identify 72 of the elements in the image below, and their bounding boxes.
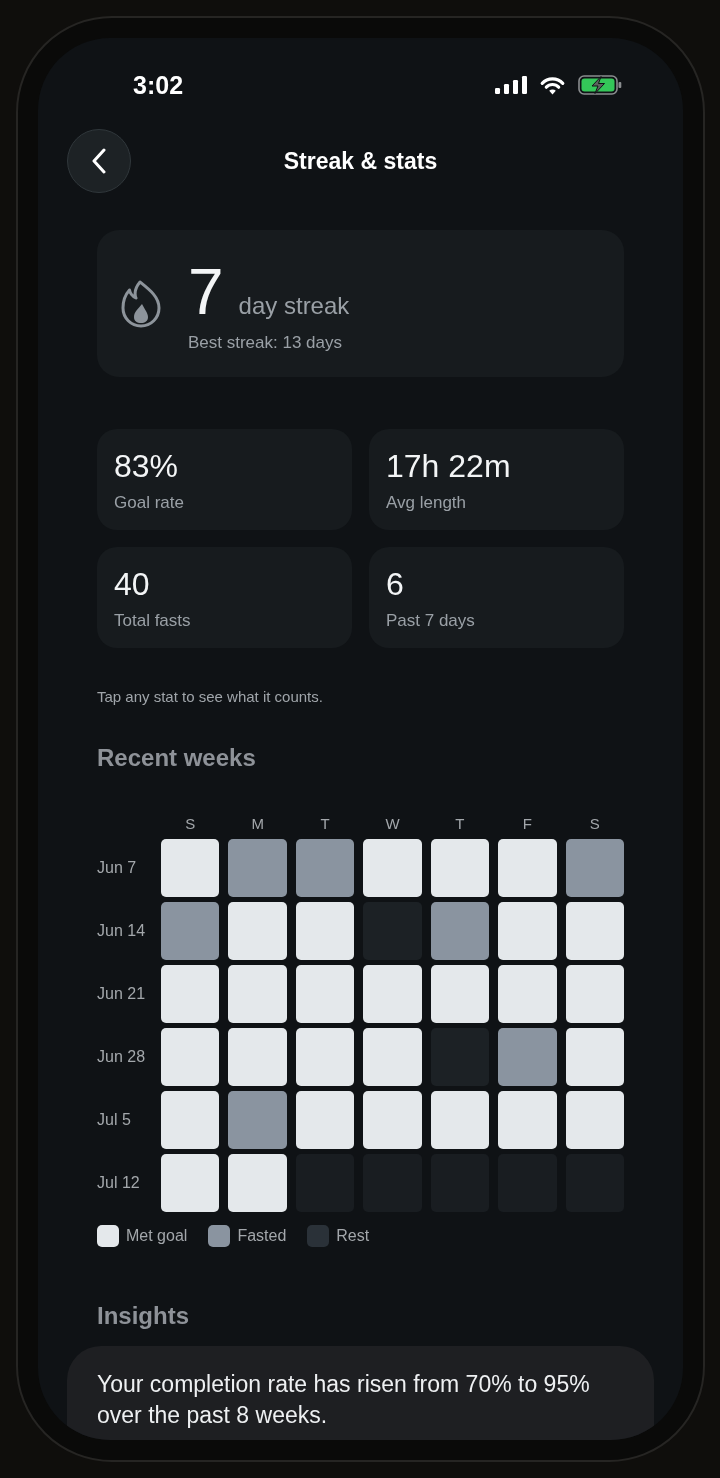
day-cell xyxy=(228,1154,287,1212)
day-cell xyxy=(363,965,422,1023)
day-cell xyxy=(498,902,557,960)
legend-swatch-icon xyxy=(97,1225,119,1247)
wifi-icon xyxy=(539,75,566,95)
weekday-label: M xyxy=(251,814,264,834)
week-label: Jul 5 xyxy=(97,1110,131,1130)
status-time: 3:02 xyxy=(133,71,184,99)
week-label: Jun 7 xyxy=(97,858,137,878)
day-cell xyxy=(228,839,287,897)
legend-swatch-icon xyxy=(307,1225,330,1247)
day-cell xyxy=(430,839,490,897)
week-label: Jul 12 xyxy=(97,1173,140,1193)
day-cell xyxy=(161,902,220,960)
day-cell xyxy=(430,965,490,1023)
section-heading: Insights xyxy=(97,1301,190,1331)
day-cell xyxy=(228,902,287,960)
legend-label: Rest xyxy=(336,1226,370,1246)
day-cell xyxy=(228,965,287,1023)
day-cell xyxy=(565,965,624,1023)
weekday-label: T xyxy=(455,814,465,834)
weekday-label: S xyxy=(185,814,196,834)
weekday-label: W xyxy=(385,814,400,834)
day-cell xyxy=(161,1091,220,1149)
day-cell xyxy=(228,1091,287,1149)
page-title: Streak & stats xyxy=(283,147,438,176)
day-cell xyxy=(295,1091,355,1149)
weekday-label: F xyxy=(522,814,532,834)
battery-charging-icon xyxy=(578,75,622,95)
insight-text: Your completion rate has risen from 70% to 95% over the past 8 weeks. xyxy=(97,1370,591,1430)
day-cell xyxy=(363,1028,422,1086)
flame-icon xyxy=(121,279,161,328)
day-cell xyxy=(498,965,557,1023)
best-streak-text: Best streak: 13 days xyxy=(188,331,344,354)
legend-swatch-icon xyxy=(208,1225,231,1247)
stat-card[interactable]: 83% Goal rate xyxy=(97,429,352,530)
day-cell xyxy=(295,1028,355,1086)
day-cell xyxy=(161,1028,220,1086)
day-cell xyxy=(161,839,220,897)
day-cell xyxy=(161,965,220,1023)
day-cell xyxy=(295,902,355,960)
day-cell xyxy=(565,839,624,897)
weekday-label: T xyxy=(320,814,330,834)
stat-card[interactable]: 40 Total fasts xyxy=(97,547,352,648)
day-cell xyxy=(363,1091,422,1149)
day-cell xyxy=(161,1154,220,1212)
day-cell xyxy=(363,839,422,897)
day-cell xyxy=(295,965,355,1023)
day-cell xyxy=(228,1028,287,1086)
week-label: Jun 21 xyxy=(97,984,146,1004)
stat-card[interactable]: 17h 22m Avg length xyxy=(369,429,624,530)
legend-label: Met goal xyxy=(126,1226,188,1246)
streak-unit: day streak xyxy=(238,291,350,320)
day-cell xyxy=(498,1028,557,1086)
week-label: Jun 28 xyxy=(97,1047,146,1067)
stat-card[interactable]: 6 Past 7 days xyxy=(369,547,624,648)
day-cell xyxy=(565,1091,624,1149)
day-cell xyxy=(565,902,624,960)
day-cell xyxy=(295,839,355,897)
day-cell xyxy=(498,839,557,897)
stats-hint-text: Tap any stat to see what it counts. xyxy=(97,687,324,707)
day-cell xyxy=(430,1091,490,1149)
signal-icon xyxy=(495,76,527,94)
section-heading: Recent weeks xyxy=(97,743,257,773)
day-cell xyxy=(498,1091,557,1149)
weekday-label: S xyxy=(589,814,600,834)
chevron-left-icon xyxy=(92,148,106,174)
day-cell xyxy=(565,1028,624,1086)
week-label: Jun 14 xyxy=(97,921,146,941)
streak-count: 7 xyxy=(188,259,224,324)
day-cell xyxy=(430,902,490,960)
legend-label: Fasted xyxy=(237,1226,287,1246)
